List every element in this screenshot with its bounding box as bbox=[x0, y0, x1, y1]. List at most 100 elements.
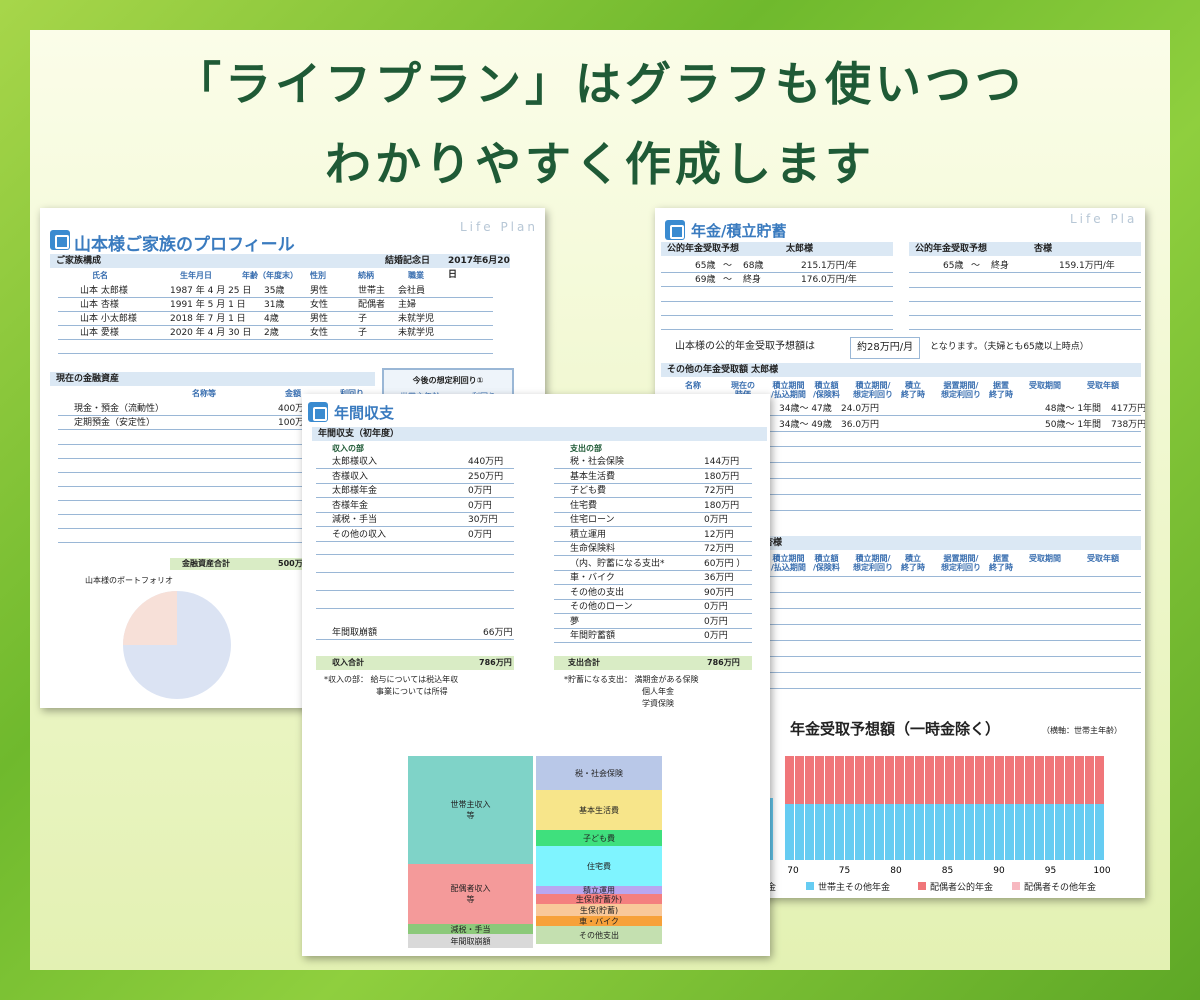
member-sex: 女性 bbox=[310, 328, 329, 338]
scale-icon bbox=[308, 402, 328, 422]
chart-bar-head bbox=[785, 804, 794, 860]
chart-bar-spouse bbox=[1045, 756, 1054, 804]
pension-col-header: 名称 bbox=[685, 381, 701, 390]
chart-bar-spouse bbox=[785, 756, 794, 804]
pension-col-header: 積立額 /保険料 bbox=[813, 381, 840, 399]
assets-total-label: 金融資産合計 bbox=[182, 559, 230, 568]
chart-bar-head bbox=[1025, 804, 1034, 860]
member-sex: 女性 bbox=[310, 300, 329, 310]
income-value: 0万円 bbox=[468, 486, 492, 496]
pension-col-header: 積立 終了時 bbox=[901, 554, 925, 572]
book-icon bbox=[50, 230, 70, 250]
chart-bar-head bbox=[825, 804, 834, 860]
profile-watermark: Life Plan bbox=[460, 220, 538, 234]
chart-bar-spouse bbox=[975, 756, 984, 804]
chart-bar-head bbox=[1075, 804, 1084, 860]
pension-from: 65歳 bbox=[943, 261, 964, 271]
chart-bar-head bbox=[1015, 804, 1024, 860]
asset-name: 現金・預金（流動性） bbox=[74, 404, 165, 414]
pension-sep: ～ bbox=[723, 261, 733, 271]
expense-value: 0万円 bbox=[704, 602, 728, 612]
chart-bar-head bbox=[1045, 804, 1054, 860]
left-pension-label: 公的年金受取予想 bbox=[667, 244, 740, 254]
income-total-label: 収入合計 bbox=[332, 658, 364, 667]
chart-bar-head bbox=[1055, 804, 1064, 860]
chart-bar-spouse bbox=[875, 756, 884, 804]
portfolio-label: 山本様のポートフォリオ bbox=[85, 576, 173, 585]
family-bar: ご家族構成 結婚記念日 2017年6月20日 bbox=[50, 254, 510, 280]
expense-row: 車・バイク 36万円 bbox=[554, 571, 752, 585]
pension-value: 215.1万円/年 bbox=[801, 261, 857, 271]
pension-sep: ～ bbox=[723, 275, 733, 285]
chart-bar-spouse bbox=[935, 756, 944, 804]
income-name: その他の収入 bbox=[332, 529, 387, 540]
pie-small-slice bbox=[123, 591, 177, 645]
expense-total-label: 支出合計 bbox=[568, 658, 600, 667]
expense-name: 夢 bbox=[570, 616, 580, 627]
chart-x-tick: 70 bbox=[787, 866, 799, 876]
expense-row: 子ども費 72万円 bbox=[554, 484, 752, 498]
pension-col-header: 据置期間/ 想定利回り bbox=[941, 381, 981, 399]
pension-col-header: 受取期間 bbox=[1029, 381, 1061, 390]
pension-watermark: Life Pla bbox=[1070, 212, 1138, 226]
member-birth: 1987 年 4 月 25 日 bbox=[170, 286, 252, 296]
member-name: 山本 杏様 bbox=[80, 300, 119, 310]
income-name: 太郎様年金 bbox=[332, 486, 378, 496]
pension-value: 176.0万円/年 bbox=[801, 275, 857, 285]
chart-bar-head bbox=[1095, 804, 1104, 860]
income-value: 250万円 bbox=[468, 471, 504, 482]
expense-name: 生命保険料 bbox=[570, 544, 616, 554]
legend-series-1: 世帯主その他年金 bbox=[818, 883, 891, 893]
pension-col-header: 積立額 /保険料 bbox=[813, 554, 840, 572]
expense-value: 180万円 bbox=[704, 471, 740, 482]
left-pension-person: 太郎様 bbox=[786, 244, 814, 254]
chart-x-tick: 85 bbox=[942, 866, 953, 876]
expense-block: 生保(貯蓄) bbox=[536, 904, 662, 916]
chart-bar-spouse bbox=[1015, 756, 1024, 804]
assets-total-row: 金融資産合計 500万 bbox=[170, 558, 310, 570]
chart-bar-spouse bbox=[835, 756, 844, 804]
member-job: 未就学児 bbox=[398, 328, 435, 338]
chart-bar-head bbox=[945, 804, 954, 860]
member-age: 31歳 bbox=[264, 300, 285, 310]
income-empty-line bbox=[316, 590, 514, 591]
expense-block: 税・社会保険 bbox=[536, 756, 662, 790]
income-row: その他の収入 0万円 bbox=[316, 528, 514, 542]
income-row: 太郎様収入 440万円 bbox=[316, 455, 514, 469]
pension-col-header: 据置 終了時 bbox=[989, 554, 1013, 572]
income-value: 30万円 bbox=[468, 515, 498, 525]
other-pension-bar: その他の年金受取額 太郎様 bbox=[661, 363, 1141, 377]
income-row: 太郎様年金 0万円 bbox=[316, 484, 514, 498]
chart-x-tick: 95 bbox=[1045, 866, 1056, 876]
other-recv: 50歳～ 1年間 bbox=[1045, 420, 1102, 430]
income-block: 減税・手当 bbox=[408, 924, 533, 934]
chart-bar-spouse bbox=[1035, 756, 1044, 804]
other-recv: 48歳～ 1年間 bbox=[1045, 404, 1102, 414]
note-expense-2: 個人年金 bbox=[642, 687, 674, 696]
note-income-1: *収入の部： 給与については税込年収 bbox=[324, 675, 459, 684]
summary-post: となります。（夫婦とも65歳以上時点） bbox=[930, 342, 1089, 352]
member-age: 35歳 bbox=[264, 286, 285, 296]
chart-bar-head bbox=[885, 804, 894, 860]
expense-row: 積立運用 12万円 bbox=[554, 528, 752, 542]
expense-value: 12万円 bbox=[704, 529, 734, 540]
chart-bar-head bbox=[905, 804, 914, 860]
pension-col-header: 積立期間 /払込期間 bbox=[771, 554, 806, 572]
pension-chart-subtitle: （横軸：世帯主年齢） bbox=[1042, 726, 1122, 735]
pension-from: 65歳 bbox=[695, 261, 716, 271]
asset-amount: 400万 bbox=[278, 404, 305, 414]
col-name: 氏名 bbox=[92, 271, 108, 280]
legend-series-3: 配偶者その他年金 bbox=[1024, 883, 1097, 893]
member-row: 山本 小太郎様 2018 年 7 月 1 日 4歳 男性 子 未就学児 bbox=[58, 312, 493, 326]
pension-col-header: 据置 終了時 bbox=[989, 381, 1013, 399]
income-value: 0万円 bbox=[468, 500, 492, 511]
col-rel: 続柄 bbox=[358, 271, 374, 280]
chart-bar-spouse bbox=[855, 756, 864, 804]
right-pension-row: 65歳 ～ 終身 159.1万円/年 bbox=[909, 259, 1141, 273]
col-age: 年齢（年度末） bbox=[242, 271, 298, 280]
expense-name: その他の支出 bbox=[570, 587, 625, 598]
member-rel: 世帯主 bbox=[358, 286, 386, 296]
member-row: 山本 太郎様 1987 年 4 月 25 日 35歳 男性 世帯主 会社員 bbox=[58, 284, 493, 298]
anniv-label: 結婚記念日 bbox=[385, 256, 431, 266]
pension-to: 終身 bbox=[743, 275, 762, 285]
